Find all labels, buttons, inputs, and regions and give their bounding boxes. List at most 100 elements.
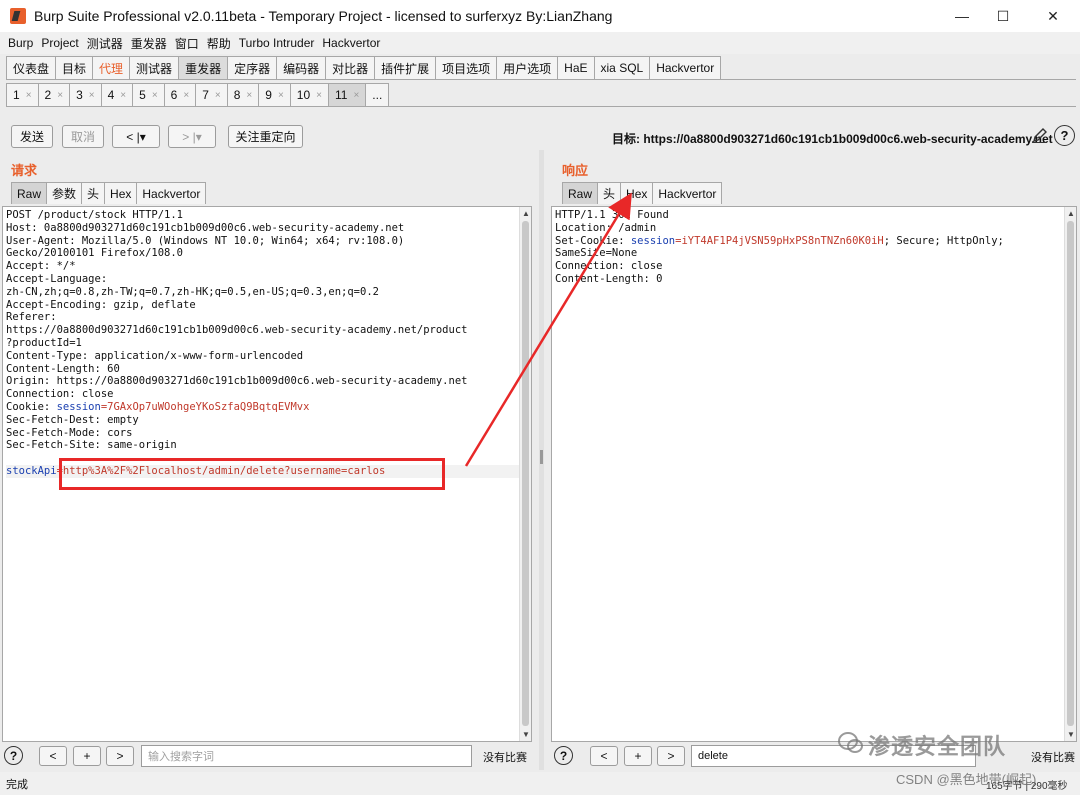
response-help-icon[interactable]: ?	[554, 746, 573, 765]
request-search-next-button[interactable]: >	[106, 746, 134, 766]
follow-redirect-button[interactable]: 关注重定向	[228, 125, 303, 148]
pane-splitter[interactable]	[539, 150, 544, 770]
close-tab-icon[interactable]: ×	[26, 90, 32, 101]
request-search-prev-button[interactable]: <	[39, 746, 67, 766]
cancel-button[interactable]: 取消	[62, 125, 104, 148]
tab-intruder[interactable]: 测试器	[129, 56, 180, 79]
maximize-button[interactable]: ☐	[980, 0, 1026, 32]
menu-intruder[interactable]: 测试器	[87, 35, 123, 52]
menu-turbo-intruder[interactable]: Turbo Intruder	[239, 36, 315, 50]
tab-repeater[interactable]: 重发器	[178, 56, 229, 79]
repeater-tab[interactable]: 7 ×	[195, 83, 228, 106]
request-tab-hackvertor[interactable]: Hackvertor	[136, 182, 207, 204]
response-tabs: Raw 头 Hex Hackvertor	[562, 182, 723, 204]
response-scrollbar[interactable]: ▲ ▼	[1064, 207, 1076, 741]
request-line: Gecko/20100101 Firefox/108.0	[6, 247, 184, 260]
close-tab-icon[interactable]: ×	[89, 90, 95, 101]
request-scrollbar[interactable]: ▲ ▼	[519, 207, 531, 741]
tab-target[interactable]: 目标	[55, 56, 94, 79]
menu-burp[interactable]: Burp	[8, 36, 33, 50]
response-editor[interactable]: HTTP/1.1 302 Found Location: /admin Set-Co…	[551, 206, 1077, 742]
scroll-thumb[interactable]	[522, 221, 529, 726]
close-button[interactable]: ✕	[1030, 0, 1076, 32]
repeater-tab-label: 4	[107, 88, 115, 102]
menu-window[interactable]: 窗口	[175, 35, 199, 52]
response-tab-raw[interactable]: Raw	[562, 182, 599, 204]
response-search-next-button[interactable]: >	[657, 746, 685, 766]
menu-project[interactable]: Project	[41, 36, 78, 50]
csdn-watermark: CSDN @黑色地带(崛起)	[896, 772, 1037, 787]
close-tab-icon[interactable]: ×	[278, 90, 284, 101]
repeater-tab-label: 11	[334, 88, 348, 102]
close-tab-icon[interactable]: ×	[152, 90, 158, 101]
scroll-up-icon[interactable]: ▲	[522, 209, 530, 218]
close-tab-icon[interactable]: ×	[215, 90, 221, 101]
tab-sequencer[interactable]: 定序器	[227, 56, 278, 79]
back-button[interactable]: < |▾	[112, 125, 160, 148]
request-tab-headers[interactable]: 头	[81, 182, 106, 204]
close-tab-icon[interactable]: ×	[316, 90, 322, 101]
repeater-tab[interactable]: 3 ×	[69, 83, 102, 106]
request-help-icon[interactable]: ?	[4, 746, 23, 765]
menu-repeater[interactable]: 重发器	[131, 35, 167, 52]
splitter-grip[interactable]	[540, 450, 543, 464]
repeater-tab[interactable]: 6 ×	[163, 83, 197, 106]
scroll-up-icon[interactable]: ▲	[1067, 209, 1075, 218]
request-search-input[interactable]: 输入搜索字词	[141, 745, 472, 767]
close-tab-icon[interactable]: ×	[57, 90, 63, 101]
repeater-tab[interactable]: 8 ×	[226, 83, 260, 106]
tab-decoder[interactable]: 编码器	[276, 56, 327, 79]
response-match-status: 没有比赛	[1031, 752, 1075, 764]
repeater-tab[interactable]: 10 ×	[289, 83, 329, 106]
scroll-thumb[interactable]	[1067, 221, 1074, 726]
repeater-tab[interactable]: 4 ×	[100, 83, 134, 106]
close-tab-icon[interactable]: ×	[120, 90, 126, 101]
response-tab-hex[interactable]: Hex	[620, 182, 654, 204]
tab-comparer[interactable]: 对比器	[325, 56, 376, 79]
scroll-down-icon[interactable]: ▼	[522, 730, 530, 739]
help-icon[interactable]: ?	[1054, 125, 1075, 146]
forward-button[interactable]: > |▾	[168, 125, 216, 148]
menu-help[interactable]: 帮助	[207, 35, 231, 52]
close-tab-icon[interactable]: ×	[246, 90, 252, 101]
close-tab-icon[interactable]: ×	[353, 90, 359, 101]
request-line: Accept: */*	[6, 260, 76, 273]
response-line: Location: /admin	[555, 221, 657, 234]
tab-hae[interactable]: HaE	[557, 56, 595, 79]
scroll-down-icon[interactable]: ▼	[1067, 730, 1075, 739]
menu-hackvertor[interactable]: Hackvertor	[322, 36, 380, 50]
response-search-add-button[interactable]: +	[624, 746, 652, 766]
request-tab-raw[interactable]: Raw	[11, 182, 48, 204]
response-body[interactable]: HTTP/1.1 302 Found Location: /admin Set-Co…	[552, 207, 1076, 288]
tab-user-options[interactable]: 用户选项	[496, 56, 559, 79]
repeater-tab[interactable]: 2 ×	[37, 83, 71, 106]
response-tab-hackvertor[interactable]: Hackvertor	[652, 182, 723, 204]
minimize-button[interactable]: —	[939, 0, 985, 32]
response-tab-headers[interactable]: 头	[597, 182, 622, 204]
response-line: Content-Length: 0	[555, 272, 663, 285]
tab-extender[interactable]: 插件扩展	[374, 56, 437, 79]
request-body[interactable]: POST /product/stock HTTP/1.1 Host: 0a8800…	[3, 207, 531, 480]
target-label: 目标: https://0a8800d903271d60c191cb1b009d…	[612, 132, 1053, 146]
close-tab-icon[interactable]: ×	[183, 90, 189, 101]
tab-proxy[interactable]: 代理	[92, 56, 131, 79]
tab-hackvertor[interactable]: Hackvertor	[649, 56, 722, 79]
repeater-tab-label: 6	[170, 88, 178, 102]
repeater-tab[interactable]: 1 ×	[6, 83, 39, 106]
edit-target-icon[interactable]	[1031, 126, 1049, 144]
response-search-prev-button[interactable]: <	[590, 746, 618, 766]
request-line: Content-Type: application/x-www-form-url…	[6, 349, 304, 362]
request-search-add-button[interactable]: +	[73, 746, 101, 766]
new-tab-button[interactable]: ...	[365, 83, 390, 106]
tab-project-options[interactable]: 项目选项	[435, 56, 498, 79]
request-tab-params[interactable]: 参数	[46, 182, 83, 204]
repeater-tab-active[interactable]: 11 ×	[327, 83, 367, 106]
send-button[interactable]: 发送	[11, 125, 53, 148]
repeater-tab-label: 8	[233, 88, 241, 102]
set-cookie-name: session	[630, 234, 676, 247]
tab-dashboard[interactable]: 仪表盘	[6, 56, 57, 79]
repeater-tab[interactable]: 9 ×	[258, 83, 291, 106]
request-tab-hex[interactable]: Hex	[104, 182, 138, 204]
repeater-tab[interactable]: 5 ×	[132, 83, 165, 106]
tab-xia-sql[interactable]: xia SQL	[593, 56, 651, 79]
